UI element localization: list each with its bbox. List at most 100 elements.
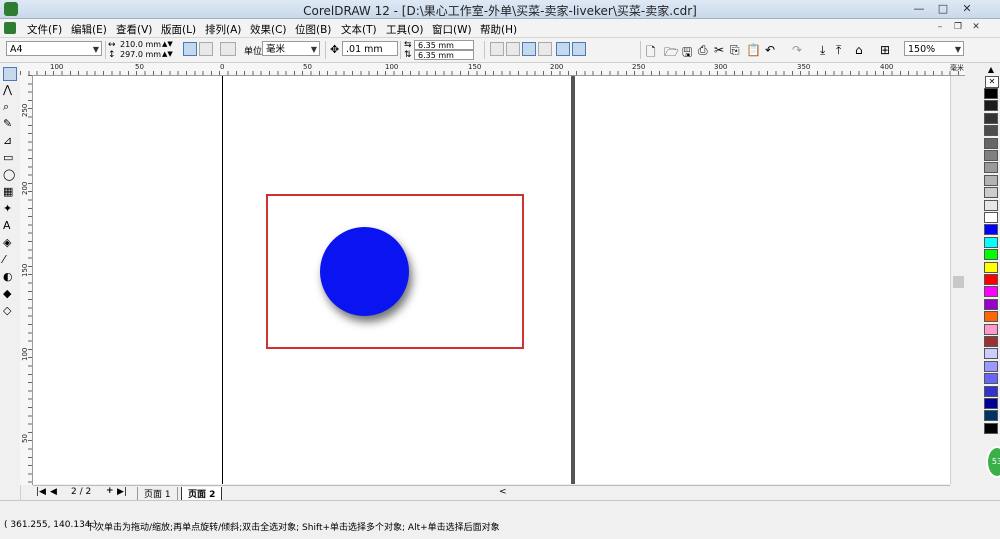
color-swatch[interactable] [984,137,998,149]
previous-page-icon[interactable]: ◀ [50,487,57,497]
color-swatch[interactable] [984,150,998,161]
snap-to-objects-button[interactable] [522,42,536,56]
maximize-button[interactable]: □ [932,1,954,16]
color-swatch[interactable] [984,88,998,99]
menu-arrange[interactable]: 排列(A) [205,22,241,37]
treat-as-filled-button[interactable] [556,42,570,56]
color-swatch[interactable] [984,410,998,422]
next-page-icon[interactable]: ▶| [117,487,127,497]
color-swatch[interactable] [984,162,998,174]
duplicate-distance-y-field[interactable]: 6.35 mm [414,50,474,60]
landscape-button[interactable] [199,42,213,56]
document-icon[interactable] [4,22,16,34]
eyedropper-tool-icon[interactable]: ⁄ [3,253,17,267]
vertical-ruler[interactable]: 250 200 150 100 50 [20,75,33,485]
color-swatch[interactable] [984,199,998,211]
ellipse-tool-icon[interactable]: ◯ [3,168,17,182]
color-swatch[interactable] [984,100,998,112]
color-swatch[interactable] [984,323,998,335]
new-document-icon[interactable]: 🗋 [646,43,656,64]
palette-scroll-up-icon[interactable]: ▲ [984,65,998,75]
interactive-blend-tool-icon[interactable]: ◈ [3,236,17,250]
draw-as-wireframe-button[interactable] [572,42,586,56]
menu-bitmaps[interactable]: 位图(B) [295,22,331,37]
pick-tool-icon[interactable] [3,67,17,81]
graph-paper-tool-icon[interactable]: ▦ [3,185,17,199]
color-swatch[interactable] [984,348,998,360]
color-swatch[interactable] [984,212,998,223]
scroll-left-icon[interactable]: < [499,487,507,497]
undo-icon[interactable]: ↶ [765,43,775,57]
print-icon[interactable]: ⎙ [698,43,708,58]
drawing-canvas[interactable] [33,76,950,484]
portrait-button[interactable] [183,42,197,56]
text-tool-icon[interactable]: A [3,219,17,233]
zoom-select[interactable]: 150% ▼ [904,41,964,56]
menu-effects[interactable]: 效果(C) [250,22,287,37]
redo-icon[interactable]: ↷ [792,43,802,57]
first-page-icon[interactable]: |◀ [36,487,46,497]
color-swatch[interactable] [984,398,998,409]
import-icon[interactable]: ⤓ [820,43,825,58]
close-button[interactable]: ✕ [956,1,978,16]
cut-icon[interactable]: ✂ [714,43,724,57]
tab-page-2[interactable]: 页面 2 [181,487,223,501]
basic-shapes-tool-icon[interactable]: ✦ [3,202,17,216]
color-swatch[interactable] [984,286,998,298]
open-icon[interactable]: 🗁 [664,43,679,64]
page-size-select[interactable]: A4 ▼ [6,41,102,56]
width-spinner[interactable]: ▲▼ [162,40,173,48]
doc-close-button[interactable]: ✕ [968,20,984,35]
doc-minimize-button[interactable]: – [932,20,948,35]
units-select[interactable]: 毫米 ▼ [262,41,320,56]
menu-text[interactable]: 文本(T) [341,22,377,37]
color-swatch[interactable] [984,422,998,434]
export-icon[interactable]: ⤒ [836,43,841,58]
fill-tool-icon[interactable]: ◆ [3,287,17,301]
color-swatch[interactable] [984,336,998,347]
menu-view[interactable]: 查看(V) [116,22,152,37]
copy-icon[interactable]: ⎘ [730,43,740,58]
color-swatch[interactable] [984,360,998,372]
tab-page-1[interactable]: 页面 1 [137,487,178,501]
interactive-fill-tool-icon[interactable]: ◇ [3,304,17,318]
rectangle-tool-icon[interactable]: ▭ [3,151,17,165]
corel-online-icon[interactable]: ⊞ [880,43,890,57]
freehand-tool-icon[interactable]: ✎ [3,117,17,131]
no-color-swatch[interactable]: ✕ [985,76,999,88]
color-swatch[interactable] [984,187,998,199]
blue-circle[interactable] [320,227,409,316]
color-swatch[interactable] [984,274,998,285]
menu-file[interactable]: 文件(F) [27,22,62,37]
nudge-distance-field[interactable]: .01 mm [342,41,398,56]
scroll-thumb[interactable] [953,276,964,288]
color-swatch[interactable] [984,311,998,323]
color-swatch[interactable] [984,125,998,137]
duplicate-distance-x-field[interactable]: 6.35 mm [414,40,474,50]
color-swatch[interactable] [984,373,998,385]
color-swatch[interactable] [984,224,998,236]
color-swatch[interactable] [984,385,998,397]
vertical-scrollbar[interactable] [950,76,966,484]
paste-icon[interactable]: 📋 [746,43,761,57]
add-page-icon[interactable]: + [106,486,114,496]
color-swatch[interactable] [984,261,998,273]
height-spinner[interactable]: ▲▼ [162,50,173,58]
minimize-button[interactable]: — [908,1,930,16]
color-swatch[interactable] [984,249,998,261]
outline-tool-icon[interactable]: ◐ [3,270,17,284]
shape-tool-icon[interactable]: ⋀ [3,83,17,97]
color-swatch[interactable] [984,236,998,248]
smart-fill-tool-icon[interactable]: ⊿ [3,134,17,148]
zoom-tool-icon[interactable]: ⌕ [3,100,17,114]
menu-tools[interactable]: 工具(O) [386,22,423,37]
menu-window[interactable]: 窗口(W) [432,22,472,37]
all-pages-button[interactable] [220,42,236,56]
menu-edit[interactable]: 编辑(E) [71,22,107,37]
menu-layout[interactable]: 版面(L) [161,22,196,37]
snap-to-grid-button[interactable] [490,42,504,56]
snap-to-guidelines-button[interactable] [506,42,520,56]
save-icon[interactable]: 🖫 [682,43,692,64]
dynamic-guides-button[interactable] [538,42,552,56]
horizontal-ruler[interactable]: 100 50 0 50 100 150 200 250 300 350 400 … [20,63,965,76]
